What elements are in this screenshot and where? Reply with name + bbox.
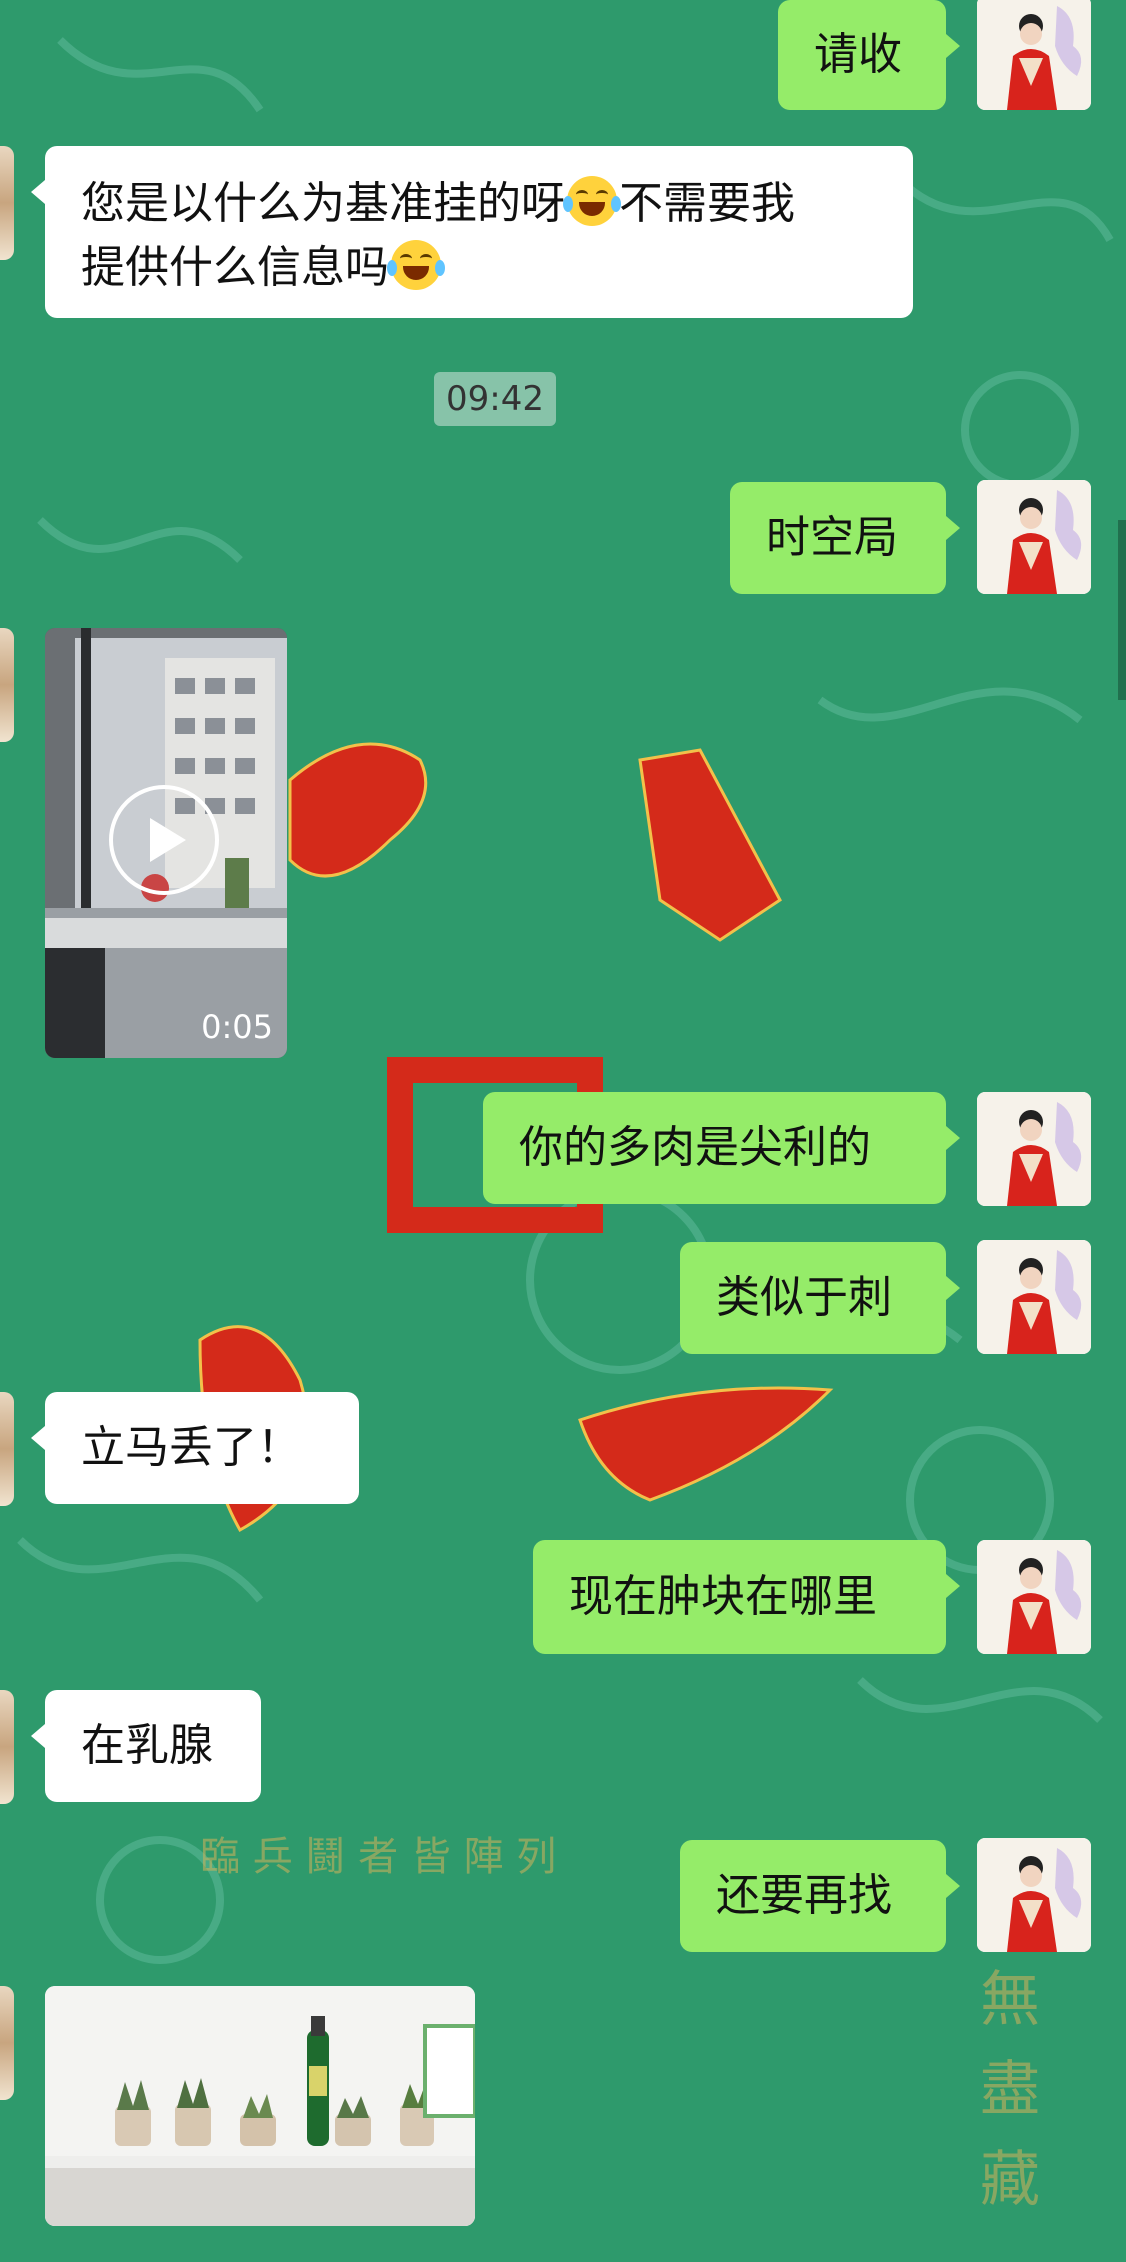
scroll-indicator[interactable]	[1118, 520, 1126, 700]
avatar-other[interactable]	[0, 1690, 14, 1804]
avatar-self[interactable]	[977, 1240, 1091, 1354]
avatar-image	[977, 1092, 1091, 1206]
timestamp: 09:42	[434, 372, 556, 426]
video-message[interactable]: 0:05	[45, 628, 287, 1058]
wallpaper-text: 臨 兵 鬪 者 皆 陣 列	[200, 1834, 556, 1880]
avatar-other[interactable]	[0, 1986, 14, 2100]
message-text: 现在肿块在哪里	[569, 1571, 877, 1622]
message-outgoing[interactable]: 还要再找	[680, 1840, 960, 1952]
message-outgoing[interactable]: 你的多肉是尖利的	[483, 1092, 960, 1204]
laughing-crying-emoji-icon	[563, 176, 621, 226]
message-text: 提供什么信息吗	[81, 242, 389, 293]
message-incoming[interactable]: 在乳腺	[31, 1690, 261, 1802]
message-text: 在乳腺	[81, 1720, 213, 1771]
svg-text:藏: 藏	[980, 2145, 1040, 2215]
avatar-self[interactable]	[977, 0, 1091, 110]
avatar-other[interactable]	[0, 628, 14, 742]
message-outgoing[interactable]: 类似于刺	[680, 1242, 960, 1354]
message-outgoing[interactable]: 时空局	[730, 482, 960, 594]
message-text: 类似于刺	[716, 1272, 892, 1323]
avatar-image	[977, 1240, 1091, 1354]
avatar-other[interactable]	[0, 1392, 14, 1506]
avatar-self[interactable]	[977, 480, 1091, 594]
message-text: 您是以什么为基准挂的呀	[81, 178, 565, 229]
photo-message[interactable]	[45, 1986, 475, 2226]
message-outgoing[interactable]: 请收	[778, 0, 960, 110]
video-duration: 0:05	[201, 1008, 273, 1046]
avatar-other[interactable]	[0, 146, 14, 260]
play-icon[interactable]	[109, 785, 219, 895]
svg-text:無: 無	[980, 1965, 1040, 2035]
avatar-image	[977, 480, 1091, 594]
message-text: 你的多肉是尖利的	[519, 1122, 871, 1173]
avatar-self[interactable]	[977, 1092, 1091, 1206]
message-outgoing[interactable]: 现在肿块在哪里	[533, 1540, 960, 1654]
message-text: 请收	[814, 29, 902, 80]
message-text: 还要再找	[716, 1870, 892, 1921]
avatar-image	[977, 1838, 1091, 1952]
message-text: 时空局	[766, 512, 898, 563]
message-incoming[interactable]: 立马丢了！	[31, 1392, 359, 1504]
message-text: 不需要我	[619, 178, 795, 229]
message-text: 立马丢了！	[81, 1422, 301, 1473]
svg-text:盡: 盡	[980, 2055, 1040, 2125]
avatar-image	[977, 1540, 1091, 1654]
avatar-image	[977, 0, 1091, 110]
laughing-crying-emoji-icon	[387, 240, 445, 290]
avatar-self[interactable]	[977, 1838, 1091, 1952]
photo-image	[45, 1986, 475, 2226]
message-incoming[interactable]: 您是以什么为基准挂的呀 不需要我 提供什么信息吗	[31, 146, 913, 318]
avatar-self[interactable]	[977, 1540, 1091, 1654]
